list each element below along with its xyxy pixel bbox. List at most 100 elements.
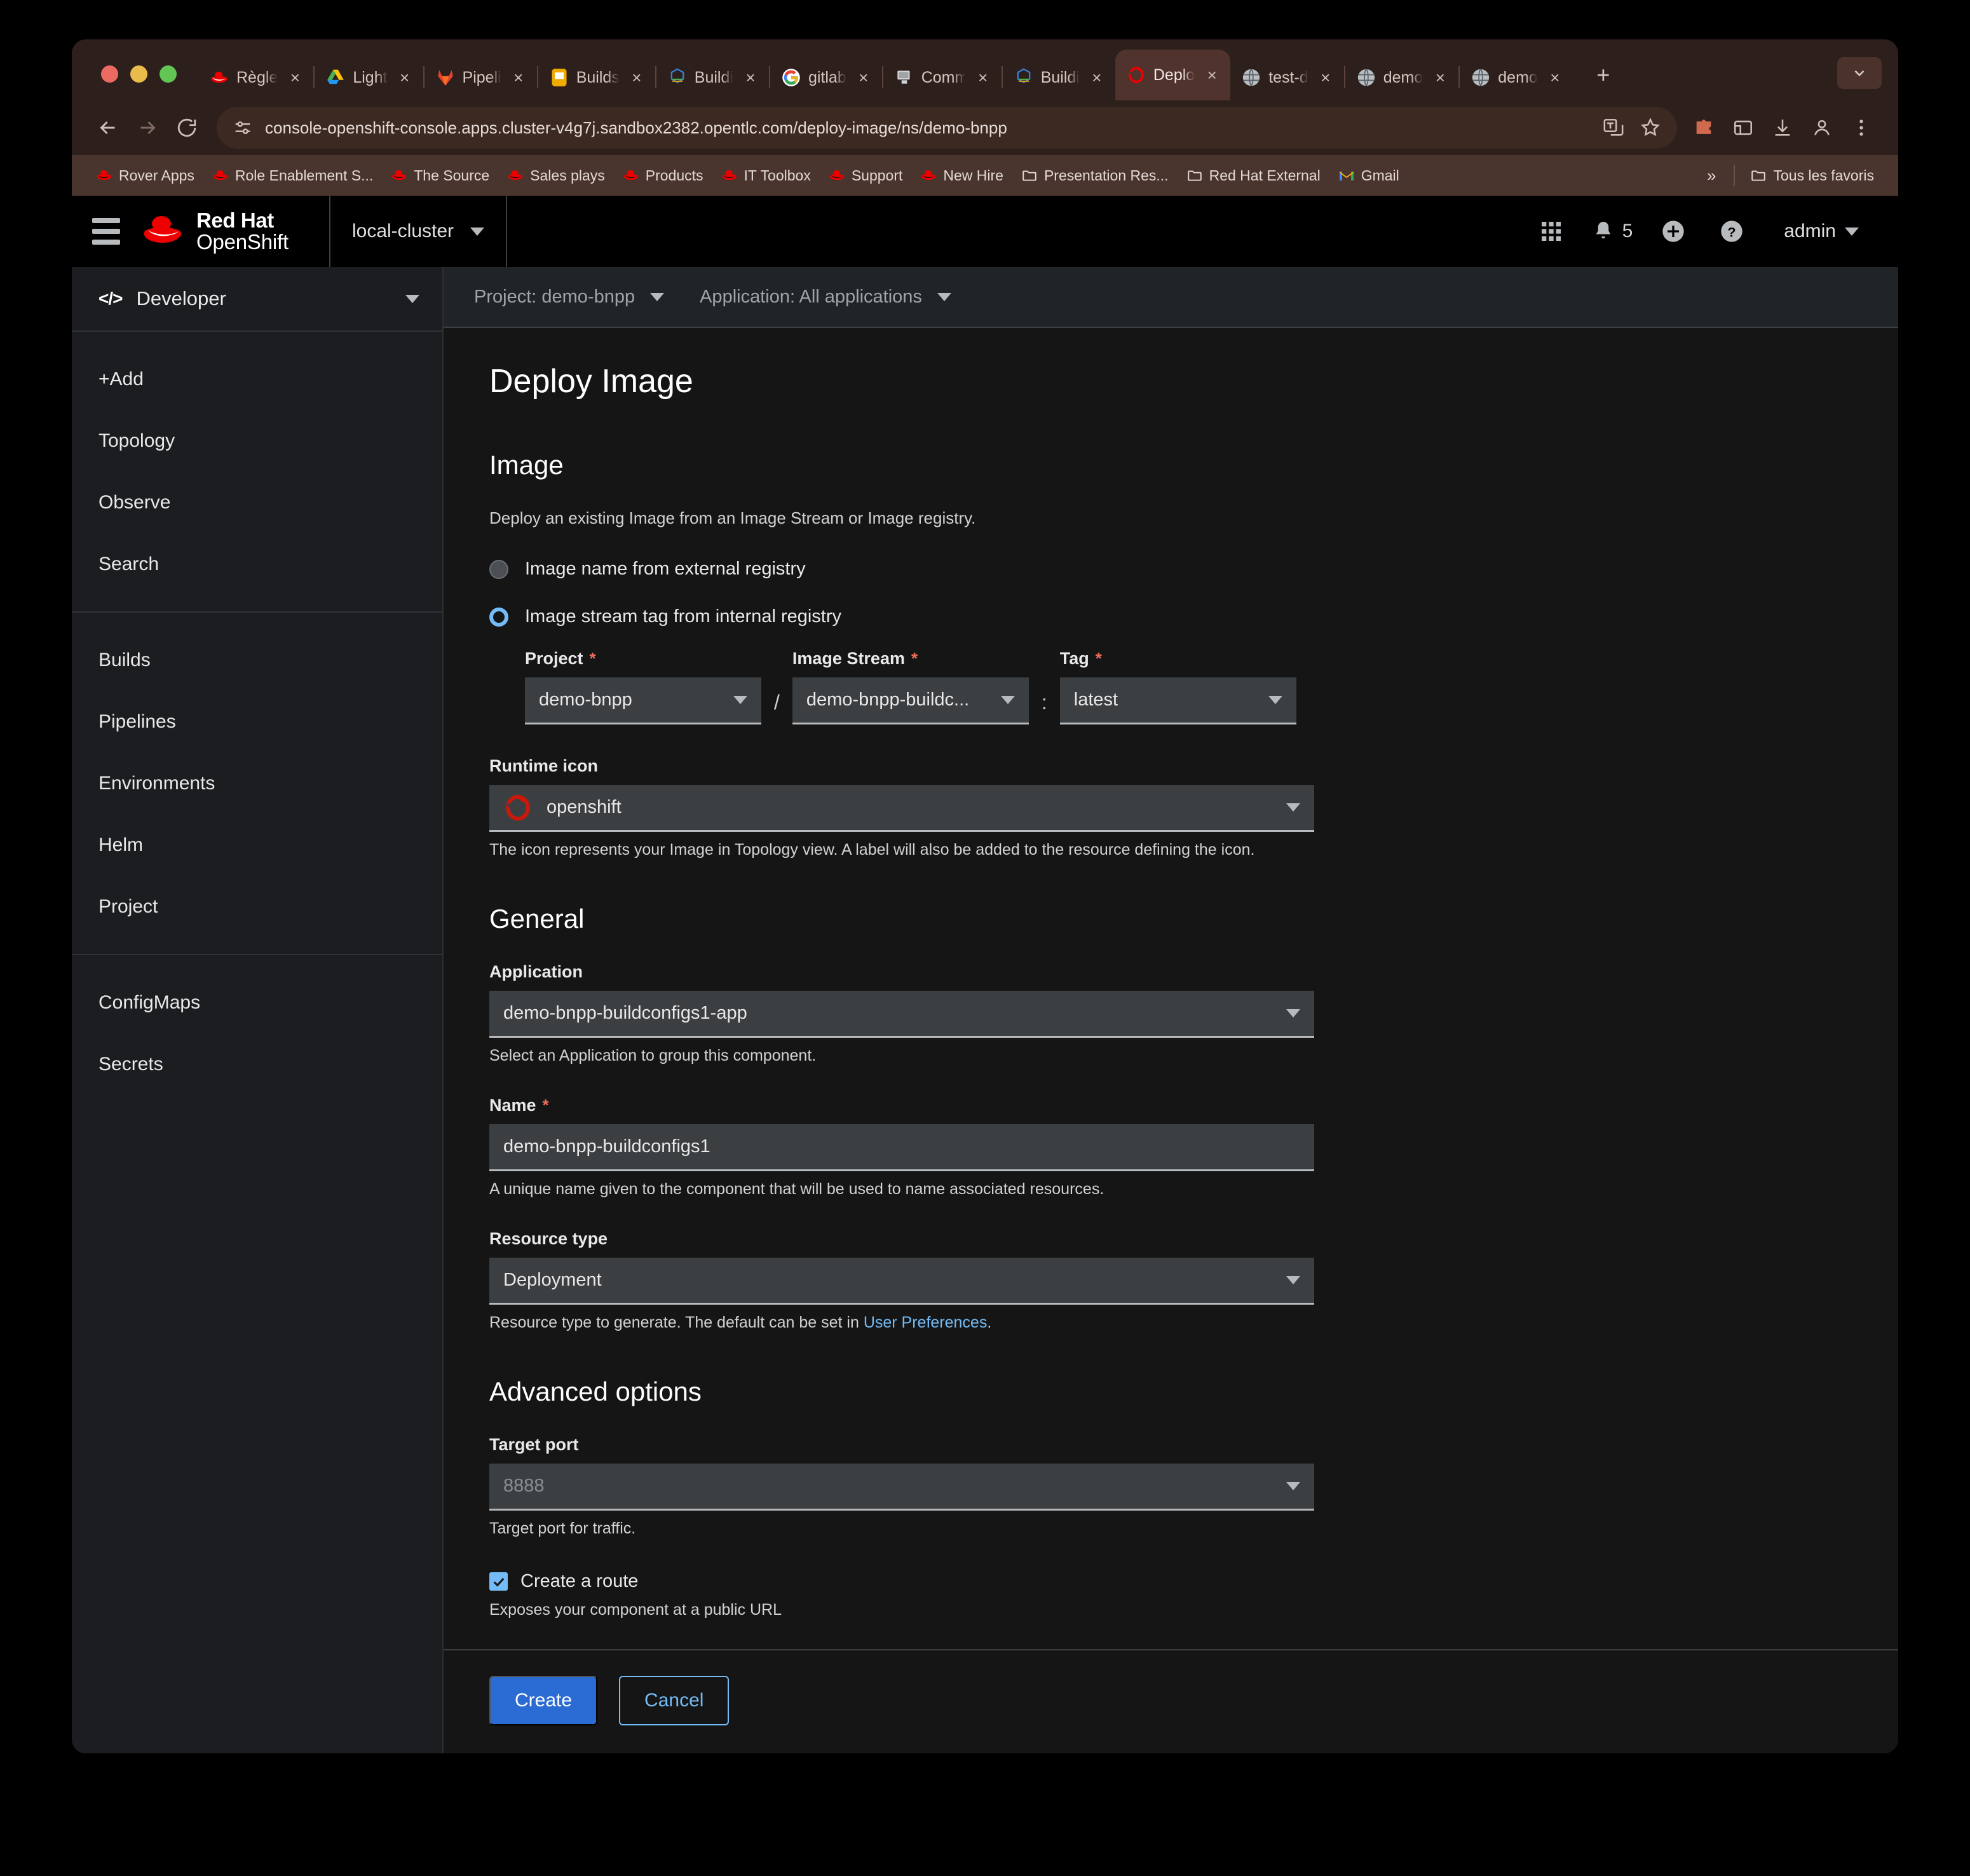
browser-tab[interactable]: Builds × [538,55,655,100]
project-selector[interactable]: Project: demo-bnpp [474,287,700,308]
name-input[interactable]: demo-bnpp-buildconfigs1 [489,1124,1314,1171]
browser-tab-active[interactable]: Deplo × [1115,50,1231,100]
extensions-icon[interactable] [1725,110,1761,146]
tab-close-icon[interactable]: × [741,69,760,86]
tab-close-icon[interactable]: × [854,69,873,86]
bookmark-label: Sales plays [530,167,605,184]
reload-button[interactable] [167,108,207,147]
image-stream-select[interactable]: demo-bnpp-buildc... [792,677,1029,724]
runtime-icon-select[interactable]: openshift [489,785,1314,832]
new-tab-button[interactable]: + [1587,64,1619,86]
radio-internal-registry[interactable]: Image stream tag from internal registry [489,606,1852,627]
bookmark-item[interactable]: New Hire [911,160,1012,191]
tab-close-icon[interactable]: × [1545,69,1565,86]
bookmark-item[interactable]: Gmail [1329,160,1408,191]
bookmark-item[interactable]: Sales plays [498,160,614,191]
tab-close-icon[interactable]: × [627,69,646,86]
redhat-openshift-logo[interactable]: Red Hat OpenShift [140,210,311,252]
profile-avatar-icon[interactable] [1804,110,1840,146]
tab-close-icon[interactable]: × [285,69,304,86]
download-icon[interactable] [1765,110,1800,146]
tab-close-icon[interactable]: × [1202,67,1221,83]
create-route-checkbox[interactable] [489,1572,508,1591]
radio-external-registry-input[interactable] [489,559,508,579]
cancel-button[interactable]: Cancel [619,1676,730,1725]
application-selector-label: Application: All applications [700,286,922,307]
user-menu[interactable]: admin [1761,221,1877,242]
radio-internal-registry-input[interactable] [489,607,508,627]
bookmark-item[interactable]: Support [820,160,912,191]
browser-tab[interactable]: Pipeli × [425,55,537,100]
browser-tab[interactable]: demo × [1345,55,1459,100]
bookmark-item[interactable]: Role Enablement S... [203,160,382,191]
sidebar-item-observe[interactable]: Observe [72,472,442,533]
tab-close-icon[interactable]: × [1430,69,1450,86]
browser-tab[interactable]: Buildi × [656,55,769,100]
project-select[interactable]: demo-bnpp [525,677,761,724]
sidebar-item-add[interactable]: +Add [72,348,442,410]
bookmark-item[interactable]: IT Toolbox [712,160,820,191]
forward-button[interactable] [128,108,167,147]
tab-close-icon[interactable]: × [974,69,993,86]
chevron-down-icon [1000,696,1015,704]
perspective-switcher[interactable]: </> Developer [72,267,442,332]
site-settings-icon[interactable] [232,117,254,139]
tab-close-icon[interactable]: × [1316,69,1335,86]
sidebar-item-helm[interactable]: Helm [72,814,442,876]
help-circle-icon[interactable]: ? [1702,202,1761,261]
application-selector[interactable]: Application: All applications [700,287,987,308]
create-route-checkbox-row[interactable]: Create a route [489,1571,1852,1592]
sidebar-item-configmaps[interactable]: ConfigMaps [72,972,442,1033]
application-select[interactable]: demo-bnpp-buildconfigs1-app [489,991,1314,1038]
bookmarks-overflow-button[interactable]: » [1695,166,1727,186]
chevron-down-icon [1286,1276,1300,1284]
browser-tab[interactable]: Règle × [198,55,313,100]
cluster-selector[interactable]: local-cluster [329,196,508,267]
close-window-button[interactable] [101,65,118,83]
bookmark-star-icon[interactable] [1636,114,1664,142]
back-button[interactable] [88,108,128,147]
minimize-window-button[interactable] [130,65,147,83]
browser-tab[interactable]: Comm × [883,55,1002,100]
bookmark-item[interactable]: Rover Apps [87,160,203,191]
sidebar-item-search[interactable]: Search [72,533,442,595]
application-select-value: demo-bnpp-buildconfigs1-app [503,1003,747,1023]
sidebar-item-project[interactable]: Project [72,876,442,937]
bookmark-item[interactable]: Red Hat External [1178,160,1329,191]
address-bar[interactable]: console-openshift-console.apps.cluster-v… [217,107,1677,149]
radio-external-registry[interactable]: Image name from external registry [489,559,1852,580]
browser-tab[interactable]: Light × [315,55,423,100]
plus-circle-icon[interactable] [1644,202,1702,261]
extension-puzzle-icon[interactable] [1686,110,1722,146]
tab-list-chevron-icon[interactable] [1837,57,1882,89]
all-bookmarks-button[interactable]: Tous les favoris [1741,160,1883,191]
resource-type-select[interactable]: Deployment [489,1258,1314,1305]
target-port-input[interactable]: 8888 [489,1464,1314,1511]
browser-tab[interactable]: Buildi × [1003,55,1115,100]
bookmark-item[interactable]: Products [614,160,712,191]
sidebar-item-environments[interactable]: Environments [72,752,442,814]
nav-toggle-button[interactable] [72,218,140,245]
apps-grid-icon[interactable] [1522,202,1580,261]
bookmark-item[interactable]: The Source [382,160,498,191]
user-preferences-link[interactable]: User Preferences [864,1314,988,1331]
translate-icon[interactable] [1600,114,1627,142]
create-button[interactable]: Create [489,1676,598,1725]
tab-close-icon[interactable]: × [395,69,414,86]
sidebar-item-builds[interactable]: Builds [72,629,442,691]
browser-tab[interactable]: demo × [1460,55,1573,100]
browser-tab[interactable]: test-d × [1230,55,1344,100]
tab-close-icon[interactable]: × [509,69,528,86]
tab-close-icon[interactable]: × [1087,69,1106,86]
sidebar-item-pipelines[interactable]: Pipelines [72,691,442,752]
browser-menu-icon[interactable] [1844,110,1879,146]
maximize-window-button[interactable] [160,65,177,83]
redhat-icon [829,167,845,184]
sidebar-item-topology[interactable]: Topology [72,410,442,472]
notifications-button[interactable]: 5 [1580,220,1645,243]
tag-select[interactable]: latest [1059,677,1296,724]
bookmark-item[interactable]: Presentation Res... [1012,160,1178,191]
sidebar-item-secrets[interactable]: Secrets [72,1033,442,1095]
browser-tab-title: Light [353,68,388,86]
browser-tab[interactable]: gitlab × [770,55,882,100]
